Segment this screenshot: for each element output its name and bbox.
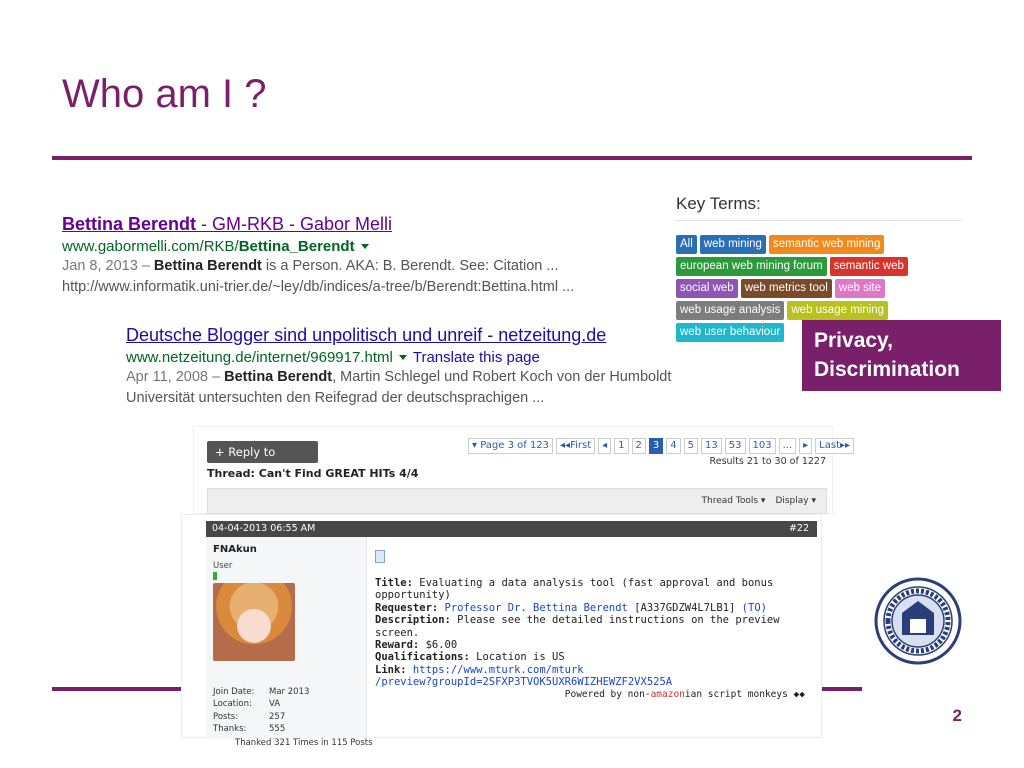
post-author-panel: FNAkun User Join Date: Mar 2013 Location: V… <box>206 537 373 748</box>
user-stat-value: VA <box>269 699 281 710</box>
pagination: ▾ Page 3 of 123 ◂◂First ◂ 1 2 3 4 5 13 53 103... ▸ L… <box>468 438 855 454</box>
search-result-url: www.gabormelli.com/RKB/Bettina_Berendt <box>62 238 662 255</box>
key-term-tag[interactable]: web mining <box>699 235 766 254</box>
footer-divider-left <box>52 687 182 691</box>
search-result-url: www.netzeitung.de/internet/969917.html Tr… <box>126 349 540 366</box>
search-result-snippet: Apr 11, 2008 – Bettina Berendt, Martin S… <box>126 369 672 385</box>
title-divider <box>52 156 972 160</box>
reply-to-thread-button[interactable]: + Reply to Thread <box>207 441 318 481</box>
key-term-tag[interactable]: All <box>676 235 697 254</box>
pagination-item[interactable]: 1 <box>614 438 629 454</box>
dropdown-caret-icon[interactable] <box>398 354 407 360</box>
page-number: 2 <box>952 706 962 725</box>
key-term-tag[interactable]: web site <box>834 279 885 298</box>
user-stat-key: Location: <box>213 699 252 710</box>
post-header: 04-04-2013 06:55 AM #22 <box>206 521 817 537</box>
search-result-snippet-line2: Universität untersuchten den Reifegrad d… <box>126 390 545 406</box>
pagination-item[interactable]: 2 <box>631 438 646 454</box>
key-terms-heading: Key Terms: <box>676 194 962 221</box>
key-term-tag[interactable]: semantic web mining <box>768 235 885 254</box>
pagination-item[interactable]: ▾ Page 3 of 123 <box>468 438 554 454</box>
pagination-item[interactable]: ▸ <box>799 438 813 454</box>
key-term-tag[interactable]: web usage analysis <box>676 301 785 320</box>
privacy-callout: Privacy, Discrimination <box>802 320 1001 391</box>
forum-post: 04-04-2013 06:55 AM #22 FNAkun User Join… <box>181 514 822 748</box>
forum-thread-header: + Reply to Thread Thread: Can't Find GRE… <box>193 426 855 514</box>
user-stat-value: 555 <box>269 723 286 734</box>
slide-title: Who am I ? <box>62 72 267 116</box>
user-stat-value: Mar 2013 <box>269 687 310 697</box>
search-result-snippet-line2: http://www.informatik.uni-trier.de/~ley/… <box>62 279 575 295</box>
pagination-item[interactable]: 53 <box>724 438 746 454</box>
university-seal-icon <box>874 577 962 665</box>
thread-tools-menu[interactable]: Thread Tools ▾ <box>702 496 766 506</box>
pagination-item[interactable]: ... <box>778 438 797 454</box>
key-term-tag[interactable]: web metrics tool <box>740 279 832 298</box>
post-date: 04-04-2013 06:55 AM <box>212 523 316 534</box>
pagination-item[interactable]: 3 <box>648 438 664 454</box>
post-body: Title: Evaluating a data analysis tool (… <box>375 550 805 701</box>
post-user-role: User <box>213 561 233 571</box>
user-stat-key: Posts: <box>213 711 239 722</box>
pagination-item[interactable]: 5 <box>683 438 699 454</box>
pagination-item[interactable]: 103 <box>748 438 776 454</box>
user-stats: Join Date: Mar 2013 Location: VA Posts: 257 Th… <box>213 686 309 735</box>
user-stat-row: Thanks: 555 <box>213 723 309 735</box>
pagination-item[interactable]: Last▸▸ <box>815 438 855 454</box>
turkopticon-link[interactable]: (TO) <box>742 602 767 614</box>
footer-divider-right <box>822 687 862 691</box>
thanked-count: Thanked 321 Times in 115 Posts <box>235 738 373 748</box>
key-term-tag[interactable]: semantic web <box>829 257 908 276</box>
user-stat-key: Thanks: <box>213 723 247 734</box>
translate-link[interactable]: Translate this page <box>413 349 540 366</box>
document-icon <box>375 550 385 563</box>
results-count: Results 21 to 30 of 1227 <box>709 456 826 467</box>
powered-by-note: Powered by non-amazonian script monkeys … <box>564 688 805 700</box>
pagination-item[interactable]: ◂◂First <box>556 438 596 454</box>
post-username[interactable]: FNAkun <box>213 544 257 555</box>
search-result-title-link[interactable]: Bettina Berendt - GM-RKB - Gabor Melli <box>62 214 662 235</box>
user-stat-row: Posts: 257 <box>213 711 309 723</box>
dropdown-caret-icon[interactable] <box>360 243 369 249</box>
pagination-item[interactable]: 4 <box>666 438 681 454</box>
hit-link-continued[interactable]: /preview?groupId=2SFXP3TVOK5UXR6WIZHEWZF… <box>375 676 672 688</box>
search-result-snippet: Jan 8, 2013 – Bettina Berendt is a Perso… <box>62 258 559 274</box>
avatar[interactable] <box>213 583 295 661</box>
callout-line2: Discrimination <box>814 358 960 381</box>
key-term-tag[interactable]: european web mining forum <box>676 257 827 276</box>
reputation-bar <box>213 572 217 580</box>
callout-line1: Privacy, <box>814 329 894 352</box>
display-menu[interactable]: Display ▾ <box>775 496 816 506</box>
post-number[interactable]: #22 <box>789 521 809 537</box>
user-stat-key: Join Date: <box>213 687 255 697</box>
thread-title: Thread: Can't Find GREAT HITs 4/4 <box>207 467 419 480</box>
user-stat-row: Join Date: Mar 2013 <box>213 686 309 698</box>
pagination-item[interactable]: ◂ <box>598 438 612 454</box>
search-result: Deutsche Blogger sind unpolitisch und un… <box>126 325 746 408</box>
hit-link[interactable]: https://www.mturk.com/mturk <box>407 664 584 676</box>
key-term-tag[interactable]: web user behaviour <box>676 323 785 342</box>
key-term-tag[interactable]: web usage mining <box>787 301 889 320</box>
user-stat-value: 257 <box>269 711 286 722</box>
search-result-title-link[interactable]: Deutsche Blogger sind unpolitisch und un… <box>126 325 746 346</box>
key-term-tag[interactable]: social web <box>676 279 738 298</box>
search-result: Bettina Berendt - GM-RKB - Gabor Melli w… <box>62 214 662 297</box>
user-stat-row: Location: VA <box>213 698 309 710</box>
thread-toolbar: Thread Tools ▾ Display ▾ <box>207 488 827 514</box>
requester-link[interactable]: Professor Dr. Bettina Berendt <box>438 602 628 614</box>
pagination-item[interactable]: 13 <box>701 438 722 454</box>
